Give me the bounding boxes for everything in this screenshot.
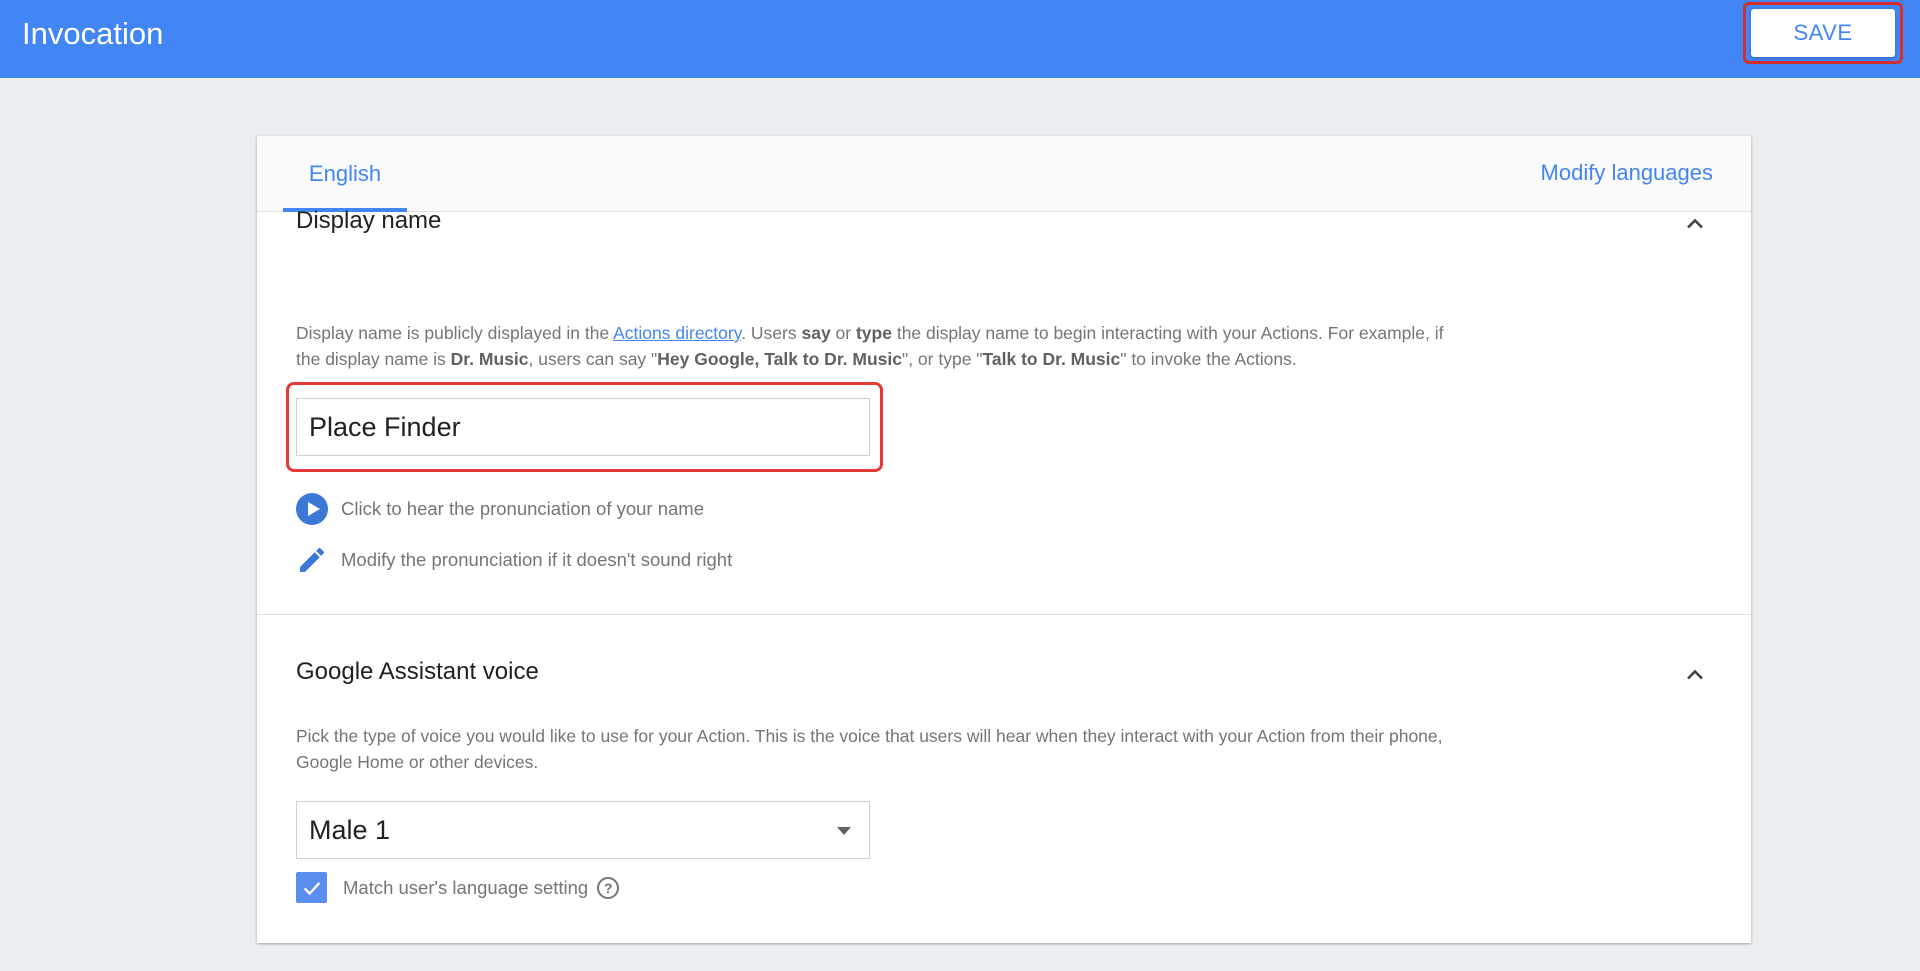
modify-pronunciation-label: Modify the pronunciation if it doesn't s… — [341, 549, 733, 570]
save-button[interactable]: SAVE — [1751, 9, 1895, 57]
section-divider — [257, 614, 1751, 615]
save-button-highlight: SAVE — [1743, 2, 1903, 64]
checkmark-icon — [303, 881, 320, 895]
language-tabbar: English Modify languages — [257, 136, 1751, 212]
tab-english[interactable]: English — [283, 136, 407, 212]
app-header: Invocation SAVE — [0, 0, 1920, 78]
voice-section-title: Google Assistant voice — [296, 658, 539, 685]
match-language-checkbox[interactable] — [296, 872, 327, 903]
collapse-chevron-icon[interactable] — [1681, 210, 1709, 238]
pencil-icon[interactable] — [296, 544, 328, 576]
voice-select-value: Male 1 — [309, 814, 391, 845]
modify-languages-link[interactable]: Modify languages — [1541, 160, 1713, 186]
hear-pronunciation-row[interactable]: Click to hear the pronunciation of your … — [296, 493, 704, 525]
match-language-row: Match user's language setting ? — [296, 872, 620, 903]
match-language-label: Match user's language setting — [343, 876, 589, 898]
page-title: Invocation — [22, 16, 164, 51]
display-name-title: Display name — [296, 207, 442, 234]
play-icon[interactable] — [296, 493, 328, 525]
voice-description: Pick the type of voice you would like to… — [296, 726, 1443, 772]
display-name-input[interactable]: Place Finder — [296, 398, 870, 456]
hear-pronunciation-label: Click to hear the pronunciation of your … — [341, 498, 705, 519]
voice-select[interactable]: Male 1 — [296, 801, 870, 859]
collapse-chevron-icon[interactable] — [1681, 661, 1709, 689]
help-icon[interactable]: ? — [597, 876, 620, 899]
display-name-description: Display name is publicly displayed in th… — [296, 323, 1444, 369]
actions-directory-link[interactable]: Actions directory — [613, 323, 741, 343]
modify-pronunciation-row[interactable]: Modify the pronunciation if it doesn't s… — [296, 544, 732, 576]
dropdown-caret-icon — [837, 827, 851, 835]
invocation-card: English Modify languages Display name Di… — [257, 136, 1751, 943]
